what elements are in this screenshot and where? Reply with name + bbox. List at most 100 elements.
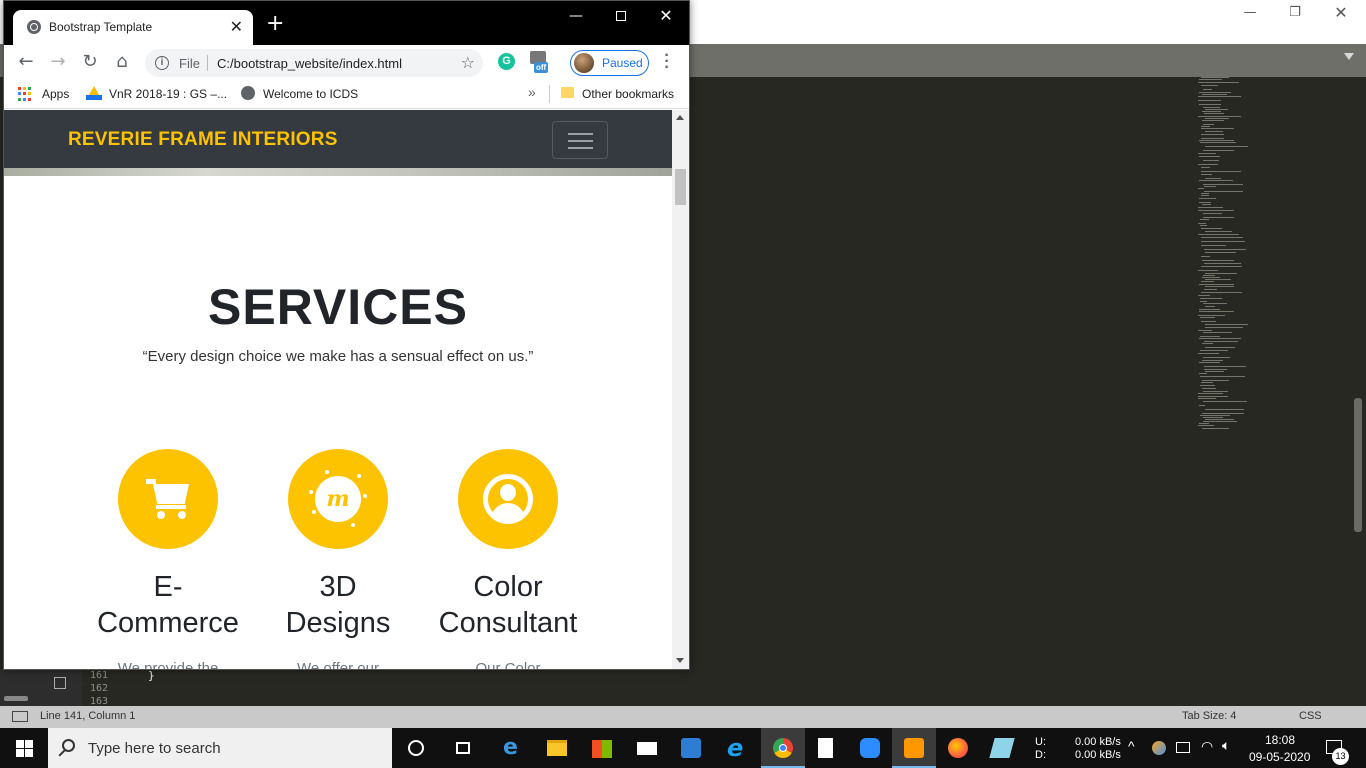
grammarly-extension-icon[interactable]: G xyxy=(498,53,515,70)
clock-date[interactable]: 09-05-2020 xyxy=(1249,750,1310,764)
apps-grid-icon[interactable] xyxy=(18,87,32,101)
clock-time[interactable]: 18:08 xyxy=(1265,733,1295,747)
minimap-line xyxy=(1204,249,1246,250)
reload-icon[interactable]: ↻ xyxy=(79,51,101,73)
address-url[interactable]: C:/bootstrap_website/index.html xyxy=(217,56,402,71)
minimap-line xyxy=(1199,309,1220,310)
minimap-line xyxy=(1198,153,1216,154)
minimap-line xyxy=(1198,234,1239,235)
minimap-line xyxy=(1199,423,1209,424)
home-icon[interactable]: ⌂ xyxy=(111,51,133,73)
close-button[interactable]: ✕ xyxy=(646,5,686,27)
minimap-line xyxy=(1203,391,1228,392)
editor-scrollbar[interactable] xyxy=(1354,398,1362,532)
navbar-toggler-button[interactable] xyxy=(552,121,608,159)
forward-icon[interactable]: → xyxy=(47,51,69,73)
windows-start-button[interactable] xyxy=(0,728,48,768)
site-brand[interactable]: REVERIE FRAME INTERIORS xyxy=(68,129,338,151)
sidebar-scrollbar[interactable] xyxy=(4,696,28,701)
notes-app-icon[interactable] xyxy=(980,728,1024,768)
minimap-line xyxy=(1199,373,1207,374)
chevron-up-icon[interactable]: ^ xyxy=(1128,738,1135,754)
minimap-line xyxy=(1203,124,1214,125)
minimap-line xyxy=(1199,156,1220,157)
taskbar-search-box[interactable]: Type here to search xyxy=(48,728,392,768)
minimap-line xyxy=(1205,371,1224,372)
tab-size-indicator[interactable]: Tab Size: 4 xyxy=(1182,710,1236,722)
net-download-speed: 0.00 kB/s xyxy=(1075,749,1121,761)
minimap-line xyxy=(1201,167,1210,168)
page-scrollbar[interactable] xyxy=(672,110,689,669)
maximize-button[interactable] xyxy=(601,5,641,27)
battery-icon[interactable] xyxy=(1176,742,1190,753)
sublime-text-icon[interactable] xyxy=(892,728,936,768)
profile-button[interactable]: Paused xyxy=(570,50,649,76)
minimap-line xyxy=(1202,428,1229,429)
tab-close-icon[interactable]: ✕ xyxy=(230,17,243,36)
minimap-line xyxy=(1205,252,1236,253)
mail-icon[interactable] xyxy=(625,728,669,768)
minimap-line xyxy=(1203,401,1247,402)
line-number: 161 xyxy=(90,670,109,681)
firefox-icon[interactable] xyxy=(936,728,980,768)
minimap-line xyxy=(1201,241,1245,242)
notepad-icon[interactable] xyxy=(803,728,847,768)
editor-statusbar: Line 141, Column 1 Tab Size: 4 CSS xyxy=(0,706,1366,728)
chrome-window: Bootstrap Template ✕ + — ✕ ← → ↻ ⌂ i Fil… xyxy=(3,0,690,670)
bookmark-vnr[interactable]: VnR 2018-19 : GS –... xyxy=(109,87,227,101)
globe-icon xyxy=(27,20,41,34)
scroll-up-arrow-icon[interactable] xyxy=(676,115,684,120)
minimap-line xyxy=(1205,327,1243,328)
edge-icon[interactable]: e xyxy=(491,728,535,768)
syntax-indicator[interactable]: CSS xyxy=(1299,710,1322,722)
minimap-line xyxy=(1199,405,1205,406)
chrome-taskbar-icon[interactable] xyxy=(761,728,805,768)
tab-overflow-arrow-icon[interactable] xyxy=(1344,53,1354,60)
bookmark-apps[interactable]: Apps xyxy=(42,87,69,101)
media-player-icon[interactable] xyxy=(669,728,713,768)
globe-icon xyxy=(241,86,255,100)
minimap-line xyxy=(1198,295,1210,296)
minimap-line xyxy=(1204,341,1238,342)
menu-kebab-icon[interactable]: · · · xyxy=(662,48,672,76)
zoom-icon[interactable] xyxy=(848,728,892,768)
bookmark-icds[interactable]: Welcome to ICDS xyxy=(263,87,358,101)
wifi-icon[interactable]: ◠ xyxy=(1201,738,1213,755)
weather-icon[interactable] xyxy=(1152,741,1166,755)
info-icon[interactable]: i xyxy=(155,56,169,70)
bookmarks-overflow-button[interactable]: » xyxy=(528,84,536,100)
service-description: Our Color xyxy=(475,660,541,670)
address-bar[interactable]: i File C:/bootstrap_website/index.html ☆ xyxy=(145,49,483,77)
cortana-icon[interactable] xyxy=(394,728,438,768)
internet-explorer-icon[interactable]: e xyxy=(715,728,759,768)
minimap-line xyxy=(1201,237,1243,238)
minimap-line xyxy=(1200,225,1207,226)
minimap-line xyxy=(1198,396,1228,397)
meetup-icon: m xyxy=(288,449,388,549)
minimap-line xyxy=(1204,369,1227,370)
code-text: } xyxy=(148,669,155,682)
editor-minimize-button[interactable]: — xyxy=(1227,0,1273,24)
task-view-icon[interactable] xyxy=(441,728,485,768)
minimap-line xyxy=(1202,120,1224,121)
editor-close-button[interactable]: ✕ xyxy=(1318,0,1364,24)
service-description: We provide the xyxy=(117,660,219,670)
editor-maximize-button[interactable]: ❐ xyxy=(1272,0,1318,24)
volume-icon[interactable]: 🔈︎ xyxy=(1222,738,1230,754)
back-icon[interactable]: ← xyxy=(15,51,37,73)
file-explorer-icon[interactable] xyxy=(535,728,579,768)
scrollbar-thumb[interactable] xyxy=(675,169,686,205)
minimap-line xyxy=(1200,298,1222,299)
editor-minimap[interactable] xyxy=(1198,77,1258,437)
other-bookmarks[interactable]: Other bookmarks xyxy=(582,87,674,101)
scroll-down-arrow-icon[interactable] xyxy=(676,658,684,663)
extension-off-icon[interactable]: off xyxy=(530,51,552,75)
panel-toggle-icon[interactable] xyxy=(12,711,28,722)
service-title: E- Commerce xyxy=(97,571,239,639)
page-viewport[interactable]: REVERIE FRAME INTERIORS SERVICES “Every … xyxy=(4,110,689,670)
microsoft-store-icon[interactable] xyxy=(580,728,624,768)
new-tab-button[interactable]: + xyxy=(266,13,284,35)
browser-tab[interactable]: Bootstrap Template ✕ xyxy=(13,10,253,45)
bookmark-star-icon[interactable]: ☆ xyxy=(461,53,475,72)
minimize-button[interactable]: — xyxy=(556,5,596,27)
